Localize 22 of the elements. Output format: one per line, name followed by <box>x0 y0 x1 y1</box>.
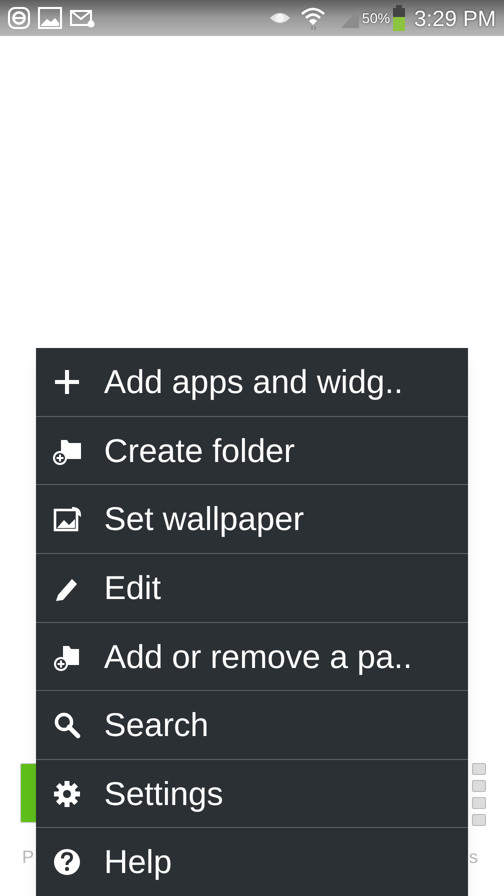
mail-icon <box>70 8 96 28</box>
menu-item[interactable]: Edit <box>36 552 468 622</box>
page-indicator <box>472 763 486 826</box>
menu-item[interactable]: Set wallpaper <box>36 484 468 553</box>
menu-item[interactable]: Add apps and widg.. <box>36 348 468 416</box>
browser-icon <box>8 7 30 29</box>
clock: 3:29 PM <box>414 4 496 32</box>
settings-icon <box>52 778 82 809</box>
signal-icon <box>340 7 360 29</box>
help-icon <box>52 847 82 878</box>
battery-percent: 50% <box>362 8 390 28</box>
menu-item[interactable]: Search <box>36 690 468 759</box>
image-icon <box>38 7 62 29</box>
app-label: s <box>469 846 478 869</box>
menu-item[interactable]: Create folder <box>36 416 468 484</box>
menu-item[interactable]: Add or remove a pa.. <box>36 622 468 690</box>
menu-item[interactable]: Help <box>36 827 468 896</box>
menu-item[interactable]: Settings <box>36 758 468 828</box>
app-label: P <box>22 846 34 869</box>
wifi-icon <box>300 5 326 31</box>
wallpaper-icon <box>52 504 82 534</box>
battery-icon <box>392 5 406 31</box>
